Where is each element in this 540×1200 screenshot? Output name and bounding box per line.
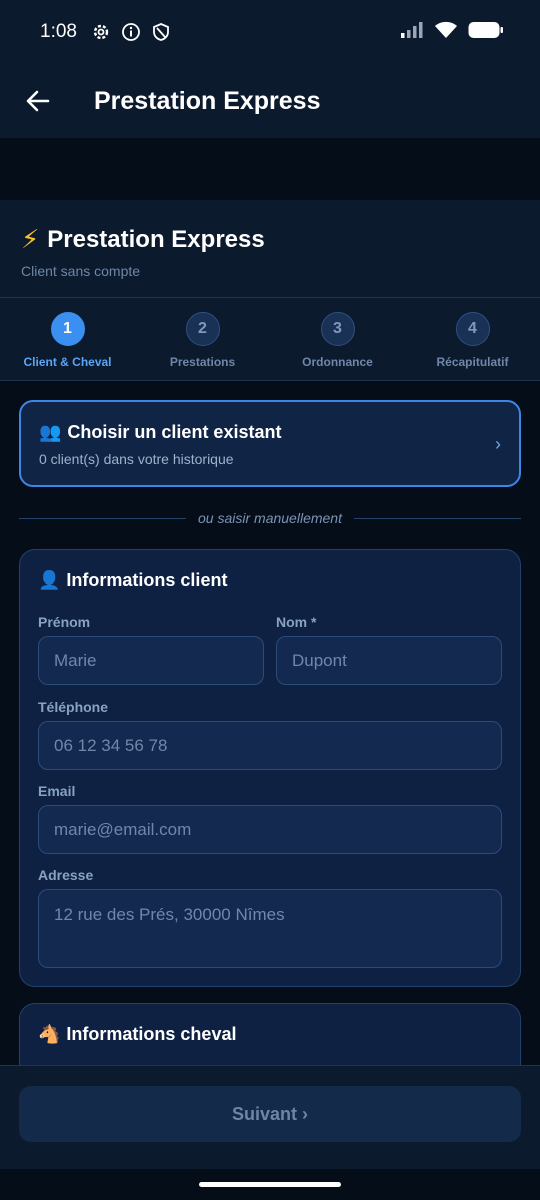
home-indicator[interactable] [199, 1182, 341, 1187]
bottom-action-bar: Suivant › [0, 1065, 540, 1169]
person-icon: 👤 [38, 570, 61, 590]
wifi-icon [434, 21, 458, 44]
shield-icon [151, 22, 171, 42]
status-time: 1:08 [40, 21, 77, 42]
app-bar-title: Prestation Express [94, 86, 321, 115]
horse-info-title: 🐴 Informations cheval [38, 1024, 502, 1045]
phone-field[interactable]: 06 12 34 56 78 [38, 721, 502, 770]
step-number: 4 [455, 312, 490, 346]
step-prestations[interactable]: 2 Prestations [135, 298, 270, 380]
first-name-field[interactable]: Marie [38, 636, 264, 685]
last-name-label: Nom * [276, 614, 317, 630]
existing-client-title: 👥 Choisir un client existant [39, 422, 501, 443]
status-bar-right [400, 21, 504, 44]
divider-line [353, 517, 521, 519]
step-ordonnance[interactable]: 3 Ordonnance [270, 298, 405, 380]
address-label: Adresse [38, 867, 94, 883]
step-label: Récapitulatif [436, 355, 509, 369]
page-header: ⚡ Prestation Express Client sans compte [0, 200, 540, 298]
existing-client-count: 0 client(s) dans votre historique [39, 451, 234, 467]
page-title: ⚡ Prestation Express [21, 224, 519, 255]
divider-text: ou saisir manuellement [198, 510, 342, 526]
horse-icon: 🐴 [38, 1024, 61, 1044]
page-subtitle: Client sans compte [21, 263, 141, 279]
email-label: Email [38, 783, 76, 799]
first-name-group: Prénom Marie [38, 614, 264, 685]
name-row: Prénom Marie Nom * Dupont [38, 614, 502, 685]
phone-label: Téléphone [38, 699, 109, 715]
last-name-group: Nom * Dupont [276, 614, 502, 685]
choose-existing-client-button[interactable]: 👥 Choisir un client existant 0 client(s)… [19, 400, 521, 487]
status-bar: 1:08 [0, 0, 540, 64]
stepper: 1 Client & Cheval 2 Prestations 3 Ordonn… [0, 297, 540, 381]
step-number: 2 [185, 312, 220, 346]
page-title-text: Prestation Express [47, 225, 265, 253]
client-info-card: 👤 Informations client Prénom Marie Nom *… [19, 549, 521, 987]
client-info-title-text: Informations client [66, 570, 228, 590]
last-name-field[interactable]: Dupont [276, 636, 502, 685]
gear-icon [91, 22, 111, 42]
arrow-left-icon [26, 90, 50, 112]
chevron-right-icon: › [495, 434, 501, 454]
first-name-label: Prénom [38, 614, 91, 630]
app-bar: Prestation Express [0, 64, 540, 138]
step-number: 3 [320, 312, 355, 346]
email-field[interactable]: marie@email.com [38, 805, 502, 854]
phone-group: Téléphone 06 12 34 56 78 [38, 699, 502, 770]
email-group: Email marie@email.com [38, 783, 502, 854]
step-number: 1 [50, 312, 85, 346]
client-info-title: 👤 Informations client [38, 570, 502, 591]
step-label: Ordonnance [302, 355, 373, 369]
info-icon [121, 22, 141, 42]
status-bar-left: 1:08 [40, 21, 171, 43]
divider-line [19, 517, 187, 519]
or-divider: ou saisir manuellement [19, 506, 521, 530]
step-client-cheval[interactable]: 1 Client & Cheval [0, 298, 135, 380]
step-label: Client & Cheval [23, 355, 112, 369]
screen: 1:08 Prestation Express ⚡ Prestation Exp… [0, 0, 540, 1200]
system-nav-bar [0, 1169, 540, 1200]
signal-icon [400, 21, 424, 44]
address-group: Adresse 12 rue des Prés, 30000 Nîmes [38, 867, 502, 968]
existing-client-title-text: Choisir un client existant [67, 422, 282, 442]
lightning-icon: ⚡ [21, 224, 40, 254]
back-button[interactable] [18, 81, 58, 121]
battery-icon [468, 21, 504, 44]
step-label: Prestations [169, 355, 236, 369]
next-button[interactable]: Suivant › [19, 1086, 521, 1142]
address-field[interactable]: 12 rue des Prés, 30000 Nîmes [38, 889, 502, 968]
step-recapitulatif[interactable]: 4 Récapitulatif [405, 298, 540, 380]
people-icon: 👥 [39, 422, 62, 442]
horse-info-title-text: Informations cheval [66, 1024, 237, 1044]
